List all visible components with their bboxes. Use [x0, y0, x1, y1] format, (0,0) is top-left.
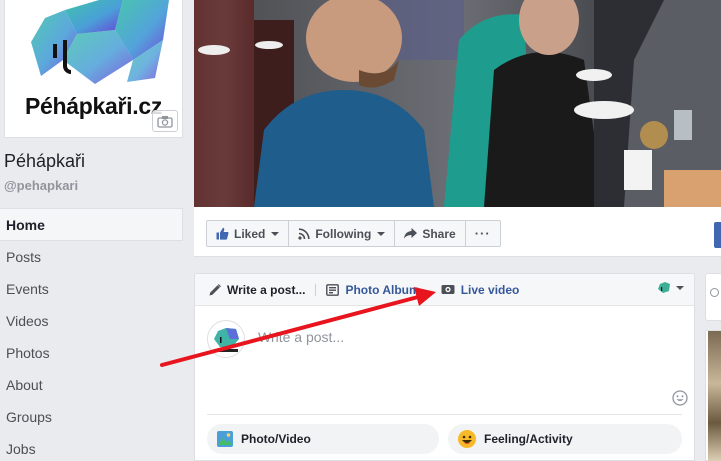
- right-column-card: [705, 273, 721, 321]
- more-options-button[interactable]: ···: [466, 221, 500, 246]
- tab-live-video[interactable]: Live video: [435, 283, 526, 297]
- post-text-input[interactable]: Write a post...: [258, 329, 344, 345]
- tab-write-post[interactable]: Write a post...: [203, 283, 311, 297]
- liked-button[interactable]: Liked: [207, 221, 290, 246]
- chevron-down-icon: [377, 231, 386, 236]
- following-label: Following: [315, 226, 372, 241]
- tab-photo-album[interactable]: Photo Album: [320, 283, 425, 297]
- tab-photo-album-label: Photo Album: [345, 282, 420, 297]
- page-action-bar: Liked Following Share ···: [194, 207, 721, 257]
- composer-tabs: Write a post... Photo Album Live video: [195, 274, 694, 306]
- page-title[interactable]: Péhápkaři: [4, 151, 85, 172]
- following-icon: [298, 227, 310, 240]
- post-as-selector[interactable]: [657, 282, 684, 294]
- cover-photo[interactable]: [194, 0, 721, 207]
- nav-item-groups[interactable]: Groups: [0, 401, 183, 433]
- chevron-down-icon: [676, 286, 684, 290]
- share-arrow-icon: [404, 228, 418, 239]
- video-camera-icon: [441, 285, 455, 294]
- author-avatar: [207, 320, 245, 358]
- update-photo-button[interactable]: [152, 110, 178, 132]
- cover-photo-image: [194, 0, 721, 207]
- thumbs-up-icon: [216, 227, 229, 240]
- share-button[interactable]: Share: [395, 221, 466, 246]
- photo-icon: [217, 431, 233, 447]
- profile-picture[interactable]: Péhápkaři.cz: [4, 0, 183, 138]
- smiley-icon: [672, 390, 688, 406]
- emoji-face-icon: [458, 430, 476, 448]
- tab-live-video-label: Live video: [460, 282, 520, 297]
- photo-album-icon: [326, 283, 340, 296]
- nav-item-about[interactable]: About: [0, 369, 183, 401]
- camera-icon: [157, 115, 173, 128]
- elephant-avatar-icon: [658, 282, 670, 293]
- more-options-icon: ···: [474, 226, 491, 241]
- logo-text: Péhápkaři.cz: [25, 93, 163, 119]
- nav-item-home[interactable]: Home: [0, 208, 183, 241]
- nav-item-videos[interactable]: Videos: [0, 305, 183, 337]
- tab-write-post-label: Write a post...: [227, 282, 306, 297]
- share-label: Share: [422, 226, 456, 241]
- photo-video-button[interactable]: Photo/Video: [207, 424, 439, 454]
- page-action-buttons: Liked Following Share ···: [206, 220, 501, 247]
- tab-divider: [315, 283, 317, 296]
- nav-item-events[interactable]: Events: [0, 273, 183, 305]
- post-composer: Write a post... Photo Album Live video W…: [194, 273, 695, 461]
- primary-action-button[interactable]: [714, 222, 721, 248]
- elephant-logo: [31, 0, 169, 84]
- page-username[interactable]: @pehapkari: [4, 178, 78, 193]
- following-button[interactable]: Following: [289, 221, 396, 246]
- chevron-down-icon: [271, 231, 280, 236]
- nav-item-posts[interactable]: Posts: [0, 241, 183, 273]
- right-photo-thumbnail: [708, 331, 721, 461]
- photo-video-label: Photo/Video: [241, 432, 311, 446]
- feeling-activity-label: Feeling/Activity: [484, 432, 573, 446]
- nav-item-photos[interactable]: Photos: [0, 337, 183, 369]
- page-navigation: Home Posts Events Videos Photos About Gr…: [0, 208, 183, 461]
- right-card-icon: [710, 288, 719, 297]
- liked-label: Liked: [234, 226, 266, 241]
- feeling-activity-button[interactable]: Feeling/Activity: [448, 424, 682, 454]
- emoji-button[interactable]: [672, 390, 688, 411]
- pencil-icon: [209, 283, 221, 295]
- right-column-photo[interactable]: [705, 330, 721, 461]
- nav-item-jobs[interactable]: Jobs: [0, 433, 183, 461]
- composer-divider: [207, 414, 682, 415]
- elephant-logo: [214, 328, 239, 352]
